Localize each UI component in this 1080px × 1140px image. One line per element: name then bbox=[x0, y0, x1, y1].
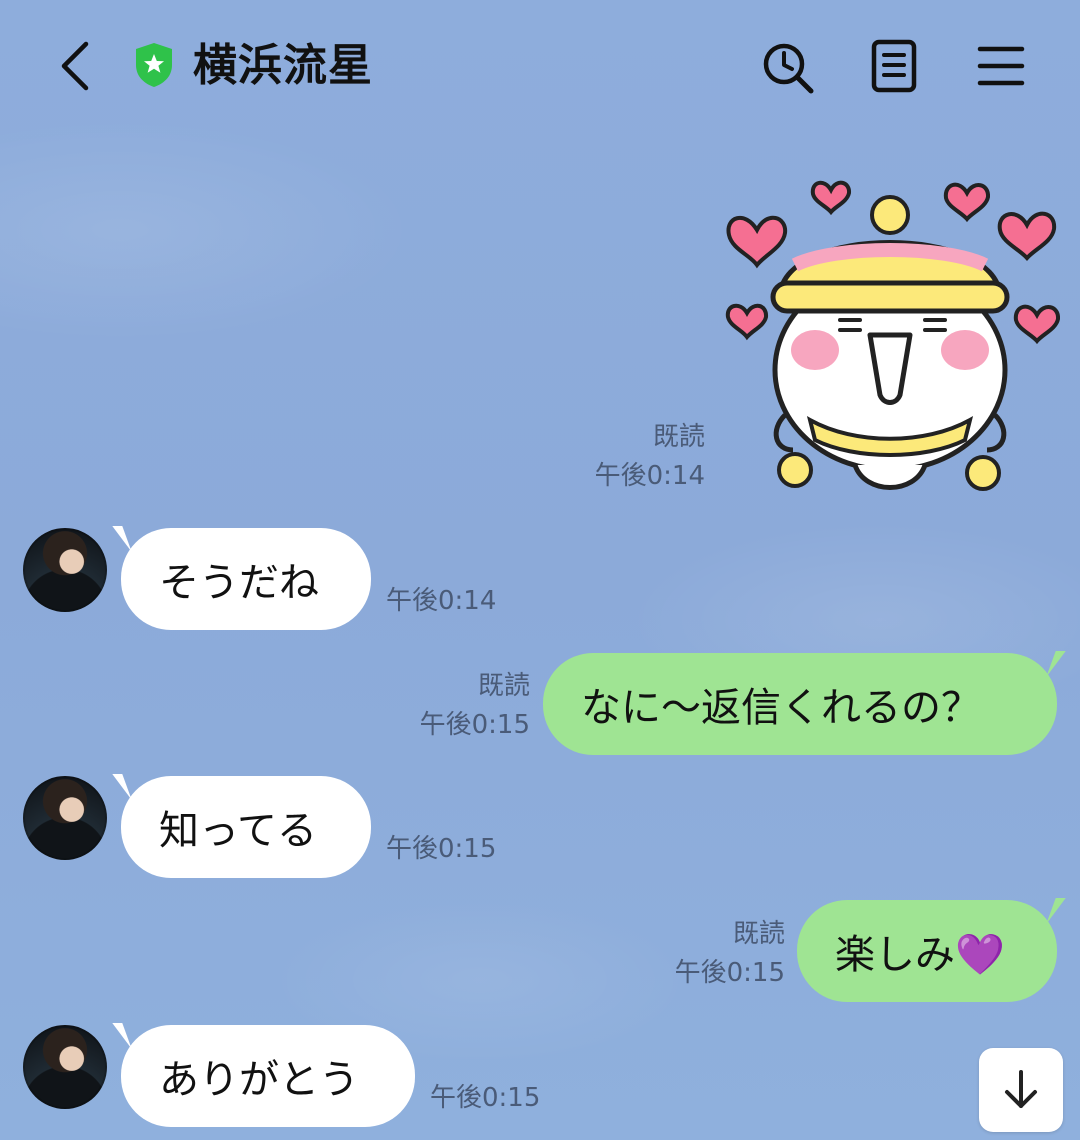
scroll-to-bottom-button[interactable] bbox=[979, 1048, 1063, 1132]
message-text: なに〜返信くれるの？ bbox=[581, 685, 981, 731]
message-time: 午後0:15 bbox=[430, 1083, 541, 1113]
read-receipt: 既読 bbox=[652, 422, 705, 452]
menu-button[interactable] bbox=[975, 40, 1027, 92]
incoming-message-bubble[interactable]: 知ってる bbox=[112, 774, 371, 878]
incoming-message-bubble[interactable]: そうだね bbox=[112, 526, 371, 630]
message-text: そうだね bbox=[159, 560, 319, 606]
chat-title: 横浜流星 bbox=[193, 40, 373, 91]
read-receipt: 既読 bbox=[732, 919, 785, 949]
search-history-icon bbox=[763, 43, 814, 94]
contact-avatar[interactable] bbox=[23, 776, 107, 860]
search-history-button[interactable] bbox=[758, 38, 818, 98]
verified-shield-icon bbox=[132, 40, 176, 90]
message-time: 午後0:14 bbox=[386, 586, 497, 616]
contact-avatar[interactable] bbox=[23, 1025, 107, 1109]
read-receipt: 既読 bbox=[477, 671, 530, 701]
outgoing-message-bubble[interactable]: なに〜返信くれるの？ bbox=[543, 651, 1066, 755]
back-icon bbox=[61, 41, 89, 91]
message-time: 午後0:15 bbox=[386, 834, 497, 864]
incoming-message-bubble[interactable]: ありがとう bbox=[112, 1023, 415, 1127]
chat-header: 横浜流星 bbox=[0, 0, 1080, 135]
message-time: 午後0:15 bbox=[419, 710, 530, 740]
message-time: 午後0:14 bbox=[594, 461, 705, 491]
message-text: ありがとう bbox=[159, 1057, 359, 1103]
notes-icon bbox=[871, 39, 917, 93]
message-text: 楽しみ💜 bbox=[835, 932, 1005, 978]
outgoing-message-bubble[interactable]: 楽しみ💜 bbox=[797, 898, 1066, 1002]
notes-button[interactable] bbox=[868, 36, 920, 96]
arrow-down-icon bbox=[1005, 1070, 1037, 1108]
contact-avatar[interactable] bbox=[23, 528, 107, 612]
snowman-hearts-sticker[interactable] bbox=[715, 165, 1060, 510]
message-time: 午後0:15 bbox=[674, 958, 785, 988]
back-button[interactable] bbox=[50, 36, 100, 96]
menu-icon bbox=[977, 46, 1025, 86]
message-text: 知ってる bbox=[159, 808, 317, 854]
